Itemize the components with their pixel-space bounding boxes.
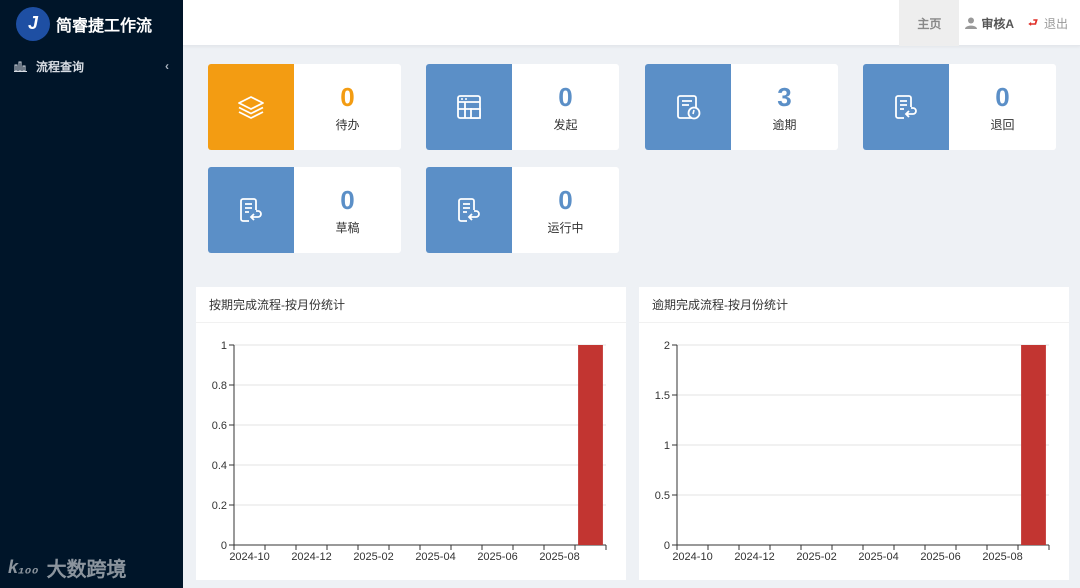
x-tick-label: 2025-06 <box>477 551 517 563</box>
app-logo: J <box>16 6 50 41</box>
stat-card-todo[interactable]: 0 待办 <box>208 64 401 150</box>
y-tick-label: 0.6 <box>212 420 227 432</box>
y-tick-label: 1 <box>664 440 670 452</box>
on-time-chart: 0 0.2 0.4 0.6 0.8 1 2024-10 2024-12 2025-02 2025-… <box>212 340 607 563</box>
chart-title: 逾期完成流程-按月份统计 <box>639 287 1069 323</box>
overdue-doc-icon <box>645 64 731 150</box>
stat-label: 退回 <box>990 117 1015 132</box>
user-name: 审核A <box>981 16 1015 31</box>
x-tick-label: 2024-12 <box>734 551 774 563</box>
x-tick-label: 2024-12 <box>291 551 331 563</box>
chart-title: 按期完成流程-按月份统计 <box>196 287 626 323</box>
overdue-chart: 0 0.5 1 1.5 2 2024-10 2024-12 2025-02 2025-04 202… <box>655 340 1050 563</box>
user-icon <box>965 17 978 29</box>
x-tick-label: 2025-04 <box>415 551 455 563</box>
x-tick-label: 2024-10 <box>229 551 269 563</box>
stat-label: 运行中 <box>547 220 584 235</box>
home-link[interactable]: 主页 <box>899 0 960 46</box>
bar <box>578 345 603 545</box>
stat-value: 0 <box>340 81 355 112</box>
y-tick-label: 0.4 <box>212 460 227 472</box>
x-tick-label: 2025-06 <box>920 551 960 563</box>
app-title: 简睿捷工作流 <box>56 17 153 35</box>
x-tick-label: 2025-08 <box>982 551 1022 563</box>
y-tick-label: 0.5 <box>655 490 670 502</box>
stat-label: 逾期 <box>772 117 797 132</box>
y-tick-label: 0.8 <box>212 380 227 392</box>
sidebar-item-label: 流程查询 <box>36 59 85 74</box>
user-menu[interactable]: 审核A <box>959 15 1022 32</box>
x-tick-label: 2025-02 <box>353 551 393 563</box>
chart-panel-overdue: 逾期完成流程-按月份统计 0 0.5 1 1.5 2 2024-10 2024-12 2025… <box>639 287 1069 580</box>
stat-value: 3 <box>777 81 792 112</box>
stat-value: 0 <box>558 184 573 215</box>
x-tick-label: 2025-08 <box>539 551 579 563</box>
sidebar-item-process-query[interactable]: 流程查询 ‹ <box>0 47 183 85</box>
x-tick-label: 2024-10 <box>672 551 712 563</box>
watermark-logo: k₁₀₀ <box>8 557 39 577</box>
running-doc-icon <box>426 167 512 253</box>
draft-doc-icon <box>208 167 294 253</box>
grid-form-icon <box>426 64 512 150</box>
bar-chart-icon <box>14 61 27 72</box>
stat-label: 发起 <box>553 117 578 132</box>
bar <box>1021 345 1046 545</box>
watermark: k₁₀₀ 大数跨境 <box>8 553 127 582</box>
top-header: 主页 审核A ⮐ 退出 <box>183 0 1080 46</box>
stat-card-returned[interactable]: 0 退回 <box>863 64 1056 150</box>
y-tick-label: 0.2 <box>212 500 227 512</box>
stat-card-running[interactable]: 0 运行中 <box>426 167 619 253</box>
y-tick-label: 1.5 <box>655 390 670 402</box>
stat-value: 0 <box>995 81 1010 112</box>
stat-card-overdue[interactable]: 3 逾期 <box>645 64 838 150</box>
y-tick-label: 1 <box>221 340 227 352</box>
y-tick-label: 0 <box>664 540 670 552</box>
return-doc-icon <box>863 64 949 150</box>
stat-card-initiated[interactable]: 0 发起 <box>426 64 619 150</box>
stat-value: 0 <box>340 184 355 215</box>
y-tick-label: 2 <box>664 340 670 352</box>
layers-icon <box>208 64 294 150</box>
x-tick-label: 2025-04 <box>858 551 898 563</box>
stat-value: 0 <box>558 81 573 112</box>
logout-button[interactable]: ⮐ 退出 <box>1022 14 1080 33</box>
logout-icon: ⮐ <box>1028 16 1038 29</box>
x-tick-label: 2025-02 <box>796 551 836 563</box>
chevron-left-icon: ‹ <box>165 59 169 73</box>
y-tick-label: 0 <box>221 540 227 552</box>
stat-label: 待办 <box>335 117 360 132</box>
brand[interactable]: J 简睿捷工作流 <box>0 0 183 47</box>
stat-card-draft[interactable]: 0 草稿 <box>208 167 401 253</box>
watermark-text: 大数跨境 <box>46 559 127 581</box>
stat-label: 草稿 <box>335 220 360 235</box>
logout-label: 退出 <box>1043 16 1068 31</box>
sidebar: J 简睿捷工作流 流程查询 ‹ k₁₀₀ 大数跨境 <box>0 0 183 588</box>
chart-panel-on-time: 按期完成流程-按月份统计 0 0.2 0.4 0.6 0.8 1 2024-10 2024-1… <box>196 287 626 580</box>
